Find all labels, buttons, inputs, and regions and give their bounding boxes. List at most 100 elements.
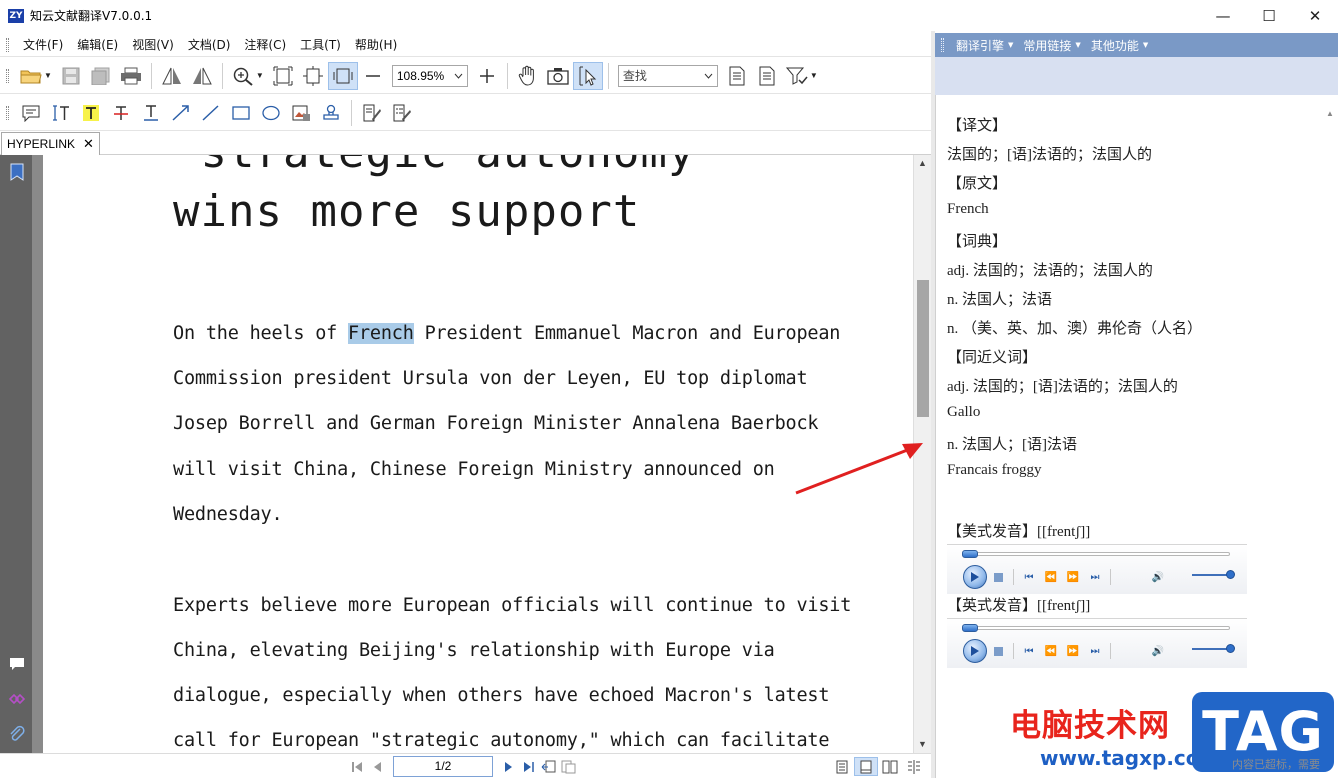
rewind-icon[interactable]: ⏪ — [1040, 643, 1062, 659]
previous-page-icon[interactable] — [367, 757, 387, 777]
page-number-input[interactable]: 1/2 — [393, 756, 493, 777]
link-icon[interactable] — [8, 690, 26, 708]
skip-back-icon[interactable]: ⏮ — [1018, 569, 1040, 585]
zoom-level-select[interactable]: 108.95% — [391, 64, 468, 87]
menu-help[interactable]: 帮助(H) — [348, 36, 404, 53]
scroll-up-icon[interactable]: ▲ — [1326, 109, 1334, 118]
rewind-icon[interactable]: ⏪ — [1040, 569, 1062, 585]
control-separator — [1013, 643, 1014, 659]
find-combo[interactable]: 查找 — [617, 64, 718, 87]
stop-icon[interactable] — [987, 643, 1009, 659]
red-pointer-arrow — [795, 443, 923, 495]
bookmark-icon[interactable] — [8, 163, 26, 181]
line-tool-button[interactable] — [196, 99, 226, 127]
volume-knob[interactable] — [1226, 570, 1235, 579]
zoom-in-button[interactable] — [228, 62, 258, 90]
rectangle-tool-button[interactable] — [226, 99, 256, 127]
menu-view[interactable]: 视图(V) — [125, 36, 181, 53]
text-select-button[interactable] — [46, 99, 76, 127]
pdf-page-view[interactable]: "strategic autonomy" wins more support O… — [43, 155, 913, 753]
stop-icon[interactable] — [987, 569, 1009, 585]
document-tab-strip: HYPERLINK ✕ — [0, 131, 932, 155]
edit-comment-button[interactable] — [357, 99, 387, 127]
menu-document[interactable]: 文档(D) — [181, 36, 238, 53]
select-tool-button[interactable] — [572, 61, 603, 90]
tab-hyperlink[interactable]: HYPERLINK ✕ — [1, 132, 100, 155]
menu-other-functions[interactable]: 其他功能 ▼ — [1086, 37, 1153, 54]
strikeout-button[interactable] — [106, 99, 136, 127]
chevron-down-icon — [454, 73, 463, 79]
volume-knob[interactable] — [1226, 644, 1235, 653]
continuous-mode-icon[interactable] — [854, 757, 878, 776]
zoom-plus-button[interactable] — [472, 62, 502, 90]
sidebar-splitter[interactable] — [32, 155, 43, 753]
find-options-button[interactable] — [782, 62, 812, 90]
minimize-button[interactable]: — — [1200, 0, 1246, 31]
note-button[interactable] — [16, 99, 46, 127]
two-page-continuous-mode-icon[interactable] — [902, 757, 926, 776]
panel-grip — [941, 38, 944, 52]
open-folder-button[interactable] — [16, 62, 46, 90]
menu-common-links[interactable]: 常用链接 ▼ — [1018, 37, 1085, 54]
zoom-out-button[interactable] — [358, 62, 388, 90]
menu-comment[interactable]: 注释(C) — [237, 36, 293, 53]
go-back-view-icon[interactable] — [539, 757, 559, 777]
fast-forward-icon[interactable]: ⏩ — [1062, 569, 1084, 585]
comment-icon[interactable] — [8, 655, 26, 673]
actual-size-button[interactable] — [327, 61, 358, 90]
skip-forward-icon[interactable]: ⏭ — [1084, 643, 1106, 659]
go-forward-view-icon[interactable] — [559, 757, 579, 777]
seek-knob[interactable] — [962, 624, 978, 632]
underline-button[interactable] — [136, 99, 166, 127]
toolbar-grip — [6, 105, 9, 120]
play-icon — [971, 646, 979, 656]
scroll-down-icon[interactable]: ▼ — [918, 739, 927, 749]
menu-tools[interactable]: 工具(T) — [293, 36, 348, 53]
scroll-up-icon[interactable]: ▲ — [918, 158, 927, 168]
find-next-button[interactable] — [752, 62, 782, 90]
rotate-right-button[interactable] — [187, 62, 217, 90]
find-previous-button[interactable] — [722, 62, 752, 90]
next-page-icon[interactable] — [499, 757, 519, 777]
comment-list-button[interactable] — [387, 99, 417, 127]
play-button[interactable] — [963, 639, 987, 663]
translation-panel-scrollbar[interactable]: ▲ — [1324, 103, 1338, 763]
skip-back-icon[interactable]: ⏮ — [1018, 643, 1040, 659]
tab-close-icon[interactable]: ✕ — [83, 136, 94, 152]
main-toolbar: ▼ ▼ 108.95% 查找 ▼ — [0, 58, 932, 94]
audio-seek-bar[interactable] — [962, 550, 1230, 558]
print-button[interactable] — [116, 62, 146, 90]
close-button[interactable]: ✕ — [1292, 0, 1338, 31]
skip-forward-icon[interactable]: ⏭ — [1084, 569, 1106, 585]
fit-page-button[interactable] — [268, 62, 298, 90]
menu-file[interactable]: 文件(F) — [16, 36, 70, 53]
maximize-button[interactable]: ☐ — [1246, 0, 1292, 31]
hand-tool-button[interactable] — [513, 62, 543, 90]
audio-seek-bar[interactable] — [962, 624, 1230, 632]
ellipse-tool-button[interactable] — [256, 99, 286, 127]
selected-word-highlight[interactable]: French — [348, 323, 414, 344]
menu-translation-engine[interactable]: 翻译引擎 ▼ — [951, 37, 1018, 54]
scrollbar-thumb[interactable] — [917, 280, 929, 417]
save-button[interactable] — [56, 62, 86, 90]
first-page-icon[interactable] — [347, 757, 367, 777]
menu-edit[interactable]: 编辑(E) — [70, 36, 125, 53]
last-page-icon[interactable] — [519, 757, 539, 777]
arrow-tool-button[interactable] — [166, 99, 196, 127]
synonym-entry: n. 法国人；[语]法语 — [947, 437, 1077, 453]
fit-width-button[interactable] — [298, 62, 328, 90]
fast-forward-icon[interactable]: ⏩ — [1062, 643, 1084, 659]
single-page-mode-icon[interactable] — [830, 757, 854, 776]
attachment-icon[interactable] — [8, 725, 26, 743]
two-page-mode-icon[interactable] — [878, 757, 902, 776]
image-stamp-button[interactable] — [286, 99, 316, 127]
highlight-text-button[interactable] — [76, 99, 106, 127]
stamp-button[interactable] — [316, 99, 346, 127]
save-all-button[interactable] — [86, 62, 116, 90]
seek-knob[interactable] — [962, 550, 978, 558]
play-button[interactable] — [963, 565, 987, 589]
volume-icon[interactable]: 🔊 — [1147, 569, 1169, 585]
volume-icon[interactable]: 🔊 — [1147, 643, 1169, 659]
rotate-left-button[interactable] — [157, 62, 187, 90]
snapshot-button[interactable] — [543, 62, 573, 90]
